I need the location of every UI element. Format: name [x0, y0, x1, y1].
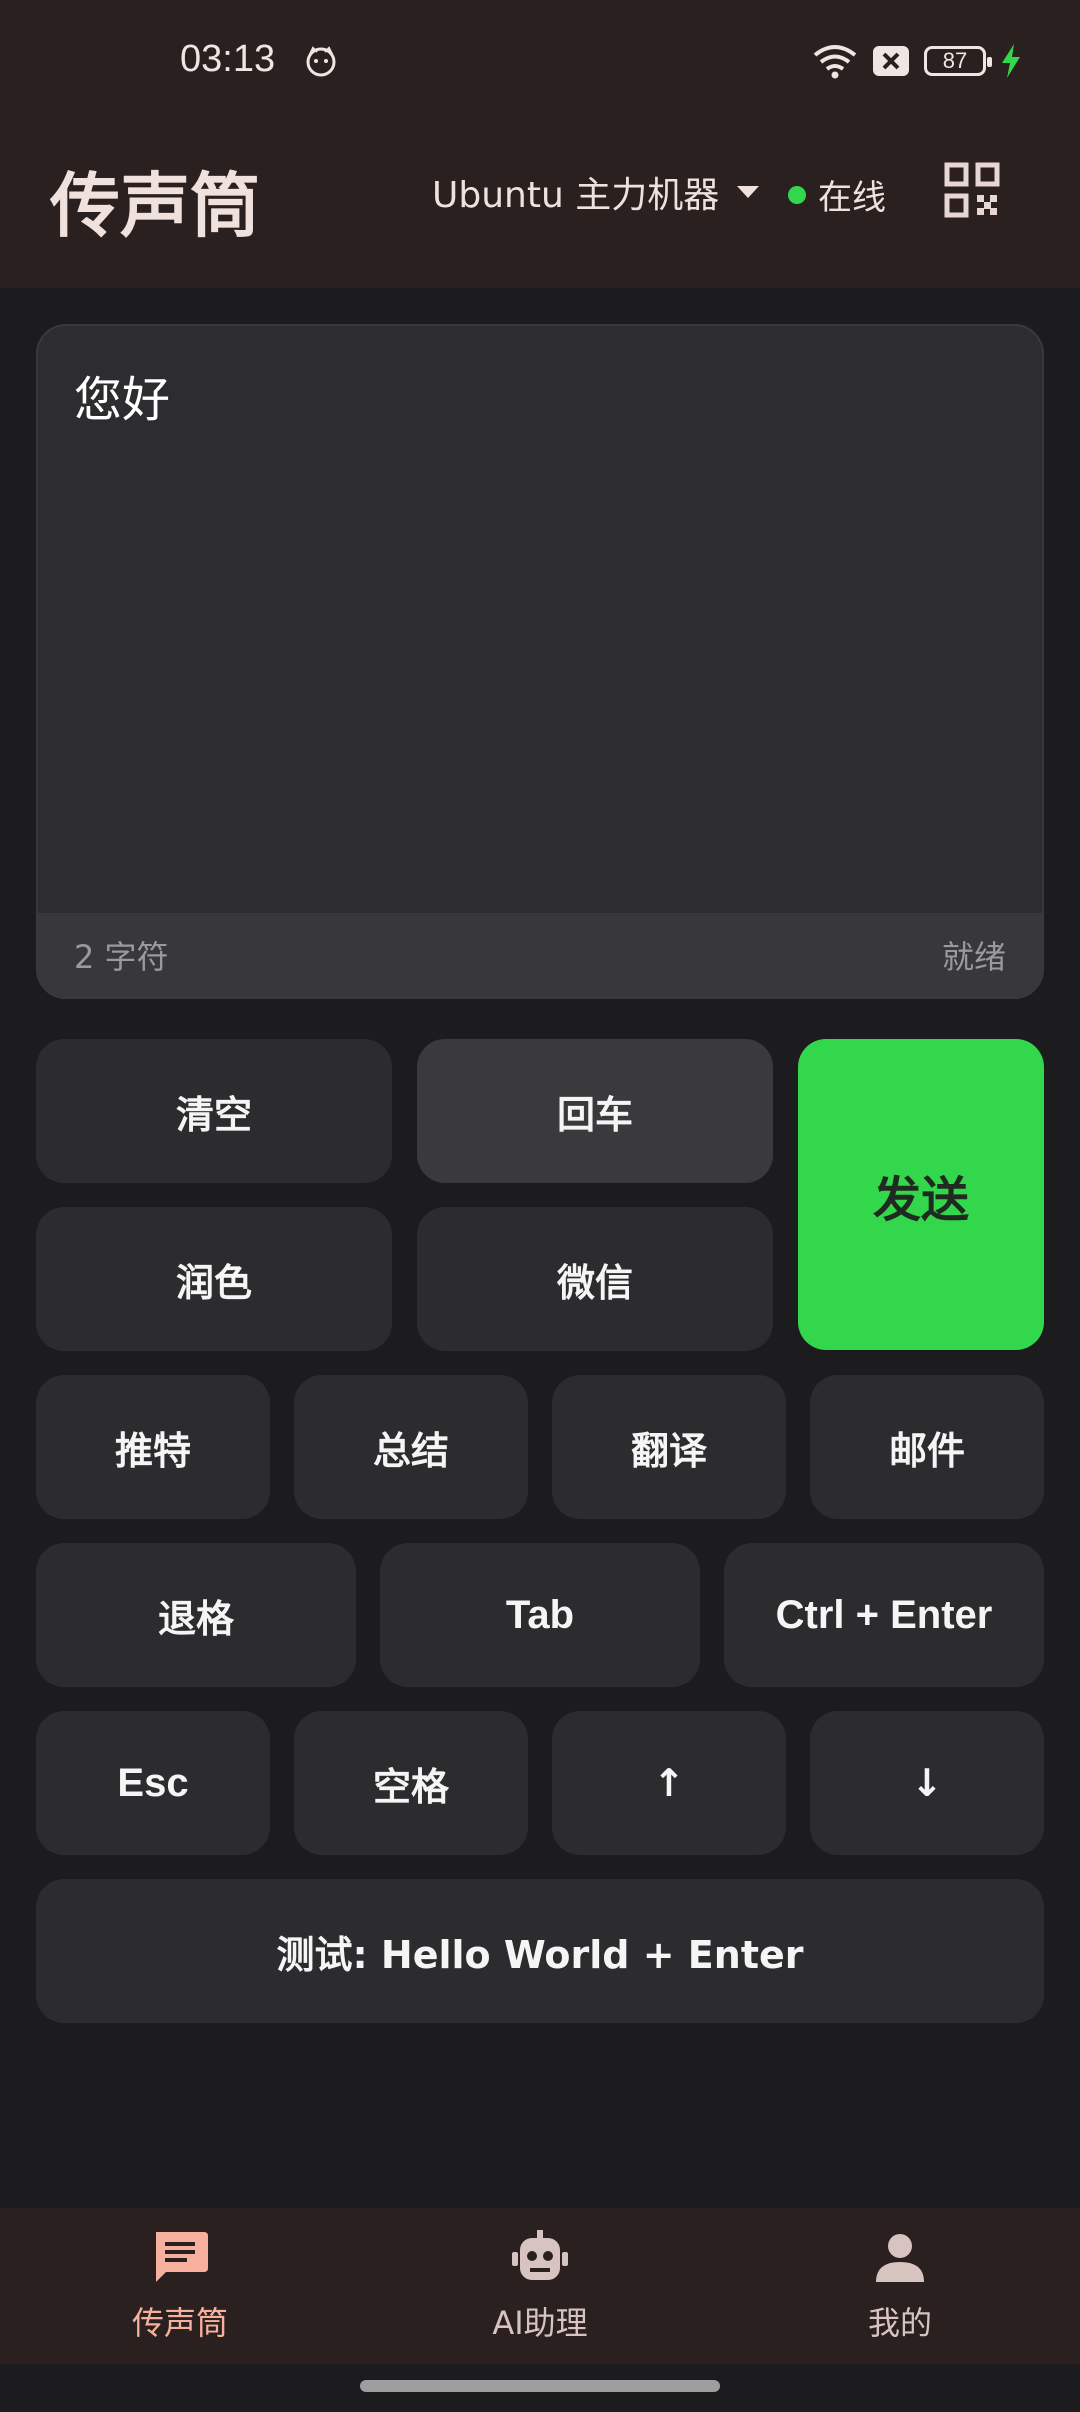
cat-notification-icon [306, 46, 336, 77]
tweet-button[interactable]: 推特 [36, 1375, 270, 1519]
char-count: 2 字符 [74, 938, 169, 976]
nav-label-ai-assistant: AI助理 [492, 2304, 588, 2342]
bottom-navigation: 传声筒 AI助理 我的 [0, 2208, 1080, 2364]
app-title: 传声筒 [50, 165, 260, 247]
backspace-button[interactable]: 退格 [36, 1543, 356, 1687]
nav-item-ai-assistant[interactable]: AI助理 [360, 2208, 720, 2364]
ctrl-enter-button[interactable]: Ctrl + Enter [724, 1543, 1044, 1687]
battery-indicator: 87 [924, 46, 992, 76]
send-button[interactable]: 发送 [798, 1039, 1044, 1350]
sim-disabled-icon [873, 46, 909, 76]
qr-code-icon[interactable] [944, 162, 1000, 218]
summary-button[interactable]: 总结 [294, 1375, 528, 1519]
status-icons: 87 [812, 36, 1022, 86]
online-label: 在线 [818, 178, 886, 218]
dropdown-arrow-icon [737, 186, 760, 198]
online-status: 在线 [788, 170, 886, 219]
space-button[interactable]: 空格 [294, 1711, 528, 1855]
nav-label-chat: 传声筒 [131, 2304, 228, 2342]
enter-button[interactable]: 回车 [417, 1039, 773, 1183]
test-hello-world-button[interactable]: 测试: Hello World + Enter [36, 1879, 1044, 2023]
person-icon [876, 2234, 924, 2282]
arrow-up-button[interactable]: ↑ [552, 1711, 786, 1855]
text-input[interactable]: 您好 [74, 360, 170, 430]
device-name: Ubuntu 主力机器 [432, 175, 720, 216]
nav-label-profile: 我的 [867, 2304, 932, 2342]
nav-item-profile[interactable]: 我的 [720, 2208, 1080, 2364]
status-time: 03:13 [180, 38, 276, 80]
input-state: 就绪 [941, 938, 1006, 976]
input-footer: 2 字符 就绪 [38, 913, 1042, 997]
home-indicator[interactable] [360, 2380, 720, 2392]
email-button[interactable]: 邮件 [810, 1375, 1044, 1519]
polish-button[interactable]: 润色 [36, 1207, 392, 1351]
arrow-down-button[interactable]: ↓ [810, 1711, 1044, 1855]
online-dot-icon [788, 185, 806, 204]
tab-button[interactable]: Tab [380, 1543, 700, 1687]
charging-icon [1002, 44, 1020, 78]
nav-item-chat[interactable]: 传声筒 [0, 2208, 360, 2364]
robot-icon [512, 2230, 568, 2280]
wechat-button[interactable]: 微信 [417, 1207, 773, 1351]
chat-icon [156, 2232, 208, 2282]
text-input-card[interactable]: 您好 2 字符 就绪 [36, 324, 1044, 999]
device-selector[interactable]: Ubuntu 主力机器 [432, 166, 760, 218]
esc-button[interactable]: Esc [36, 1711, 270, 1855]
clear-button[interactable]: 清空 [36, 1039, 392, 1183]
translate-button[interactable]: 翻译 [552, 1375, 786, 1519]
wifi-icon [813, 45, 857, 79]
